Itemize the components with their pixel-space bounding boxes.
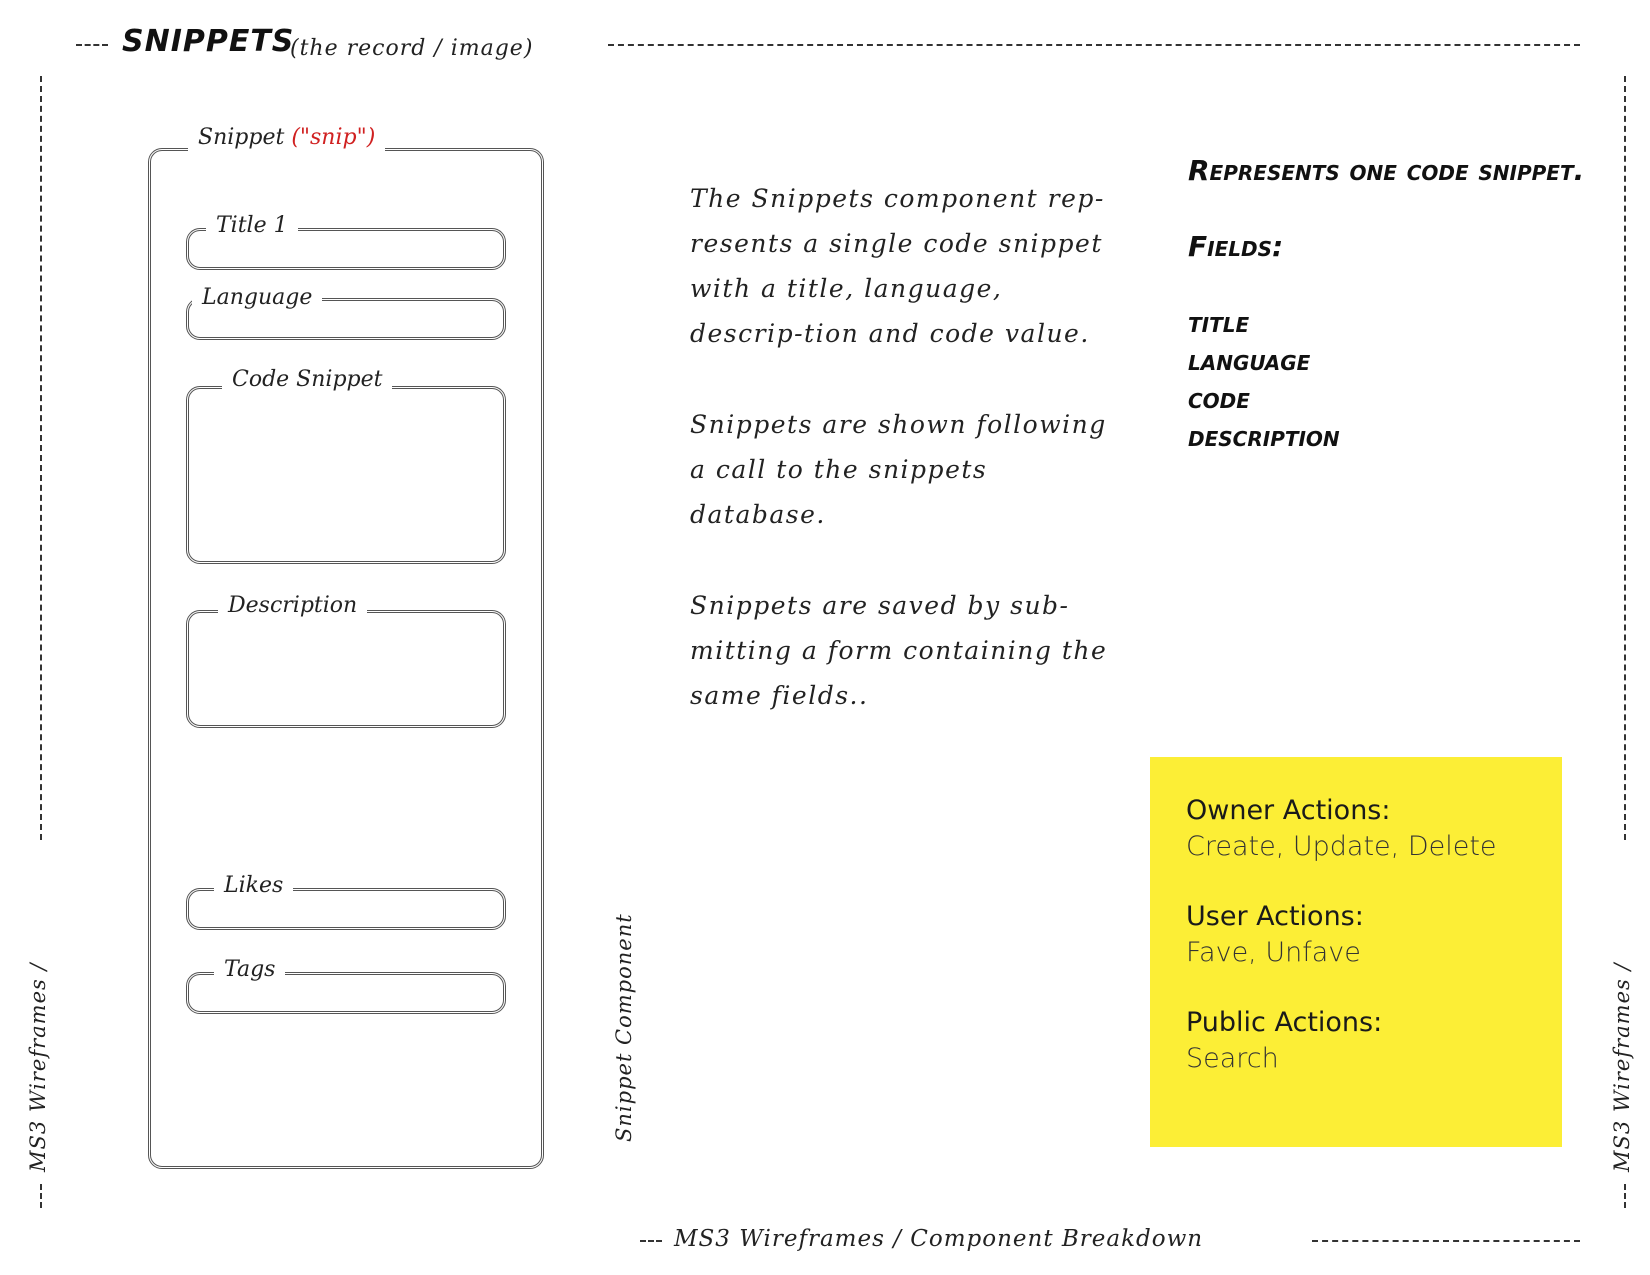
user-actions: User Actions: Fave, Unfave <box>1186 899 1562 971</box>
page-subtitle: (the record / image) <box>290 36 534 61</box>
description-paragraph-3: Snippets are saved by sub-mitting a form… <box>690 591 1108 710</box>
actions-note: Owner Actions: Create, Update, Delete Us… <box>1150 757 1562 1147</box>
snippet-component-name: Snippet <box>198 125 285 150</box>
description-field-label: Description <box>218 592 368 620</box>
owner-actions: Owner Actions: Create, Update, Delete <box>1186 793 1562 865</box>
footer-rule-left <box>640 1240 662 1242</box>
component-vertical-label: Snippet Component <box>612 913 636 1142</box>
tags-field-label: Tags <box>214 956 286 984</box>
code-snippet-field[interactable] <box>186 386 506 564</box>
left-margin-label: MS3 Wireframes / <box>26 962 50 1172</box>
snippet-component-alias: ("snip") <box>291 125 376 150</box>
summary-panel: Represents one code snippet. Fields: tit… <box>1188 152 1588 456</box>
field-name-code: code <box>1188 382 1250 415</box>
public-actions-values: Search <box>1186 1043 1279 1074</box>
summary-headline: Represents one code snippet. <box>1188 154 1585 187</box>
owner-actions-title: Owner Actions: <box>1186 795 1391 826</box>
description-text: The Snippets component rep-resents a sin… <box>690 176 1110 764</box>
top-rule-left <box>76 44 108 46</box>
owner-actions-values: Create, Update, Delete <box>1186 831 1497 862</box>
public-actions: Public Actions: Search <box>1186 1005 1562 1077</box>
code-snippet-field-label: Code Snippet <box>222 366 393 394</box>
field-name-language: language <box>1188 344 1311 377</box>
footer-rule-right <box>1312 1240 1580 1242</box>
right-margin-rule-bottom <box>1624 1184 1626 1208</box>
public-actions-title: Public Actions: <box>1186 1007 1383 1038</box>
user-actions-title: User Actions: <box>1186 901 1364 932</box>
user-actions-values: Fave, Unfave <box>1186 937 1361 968</box>
description-paragraph-1: The Snippets component rep-resents a sin… <box>690 184 1105 348</box>
left-margin-rule-top <box>40 76 42 840</box>
left-margin-rule-bottom <box>40 1184 42 1208</box>
likes-field-label: Likes <box>214 872 294 900</box>
field-name-description: description <box>1188 420 1340 453</box>
fields-heading: Fields: <box>1188 230 1284 263</box>
title-field-label: Title 1 <box>206 212 298 240</box>
right-margin-rule-top <box>1624 76 1626 840</box>
snippet-frame-label: Snippet ("snip") <box>188 124 386 152</box>
top-rule-right <box>608 44 1580 46</box>
footer-label: MS3 Wireframes / Component Breakdown <box>674 1226 1204 1252</box>
language-field-label: Language <box>192 284 323 312</box>
description-paragraph-2: Snippets are shown following a call to t… <box>690 410 1107 529</box>
description-field[interactable] <box>186 610 506 728</box>
field-name-title: title <box>1188 306 1250 339</box>
right-margin-label: MS3 Wireframes / <box>1610 962 1634 1172</box>
page-title: SNIPPETS <box>122 24 295 59</box>
